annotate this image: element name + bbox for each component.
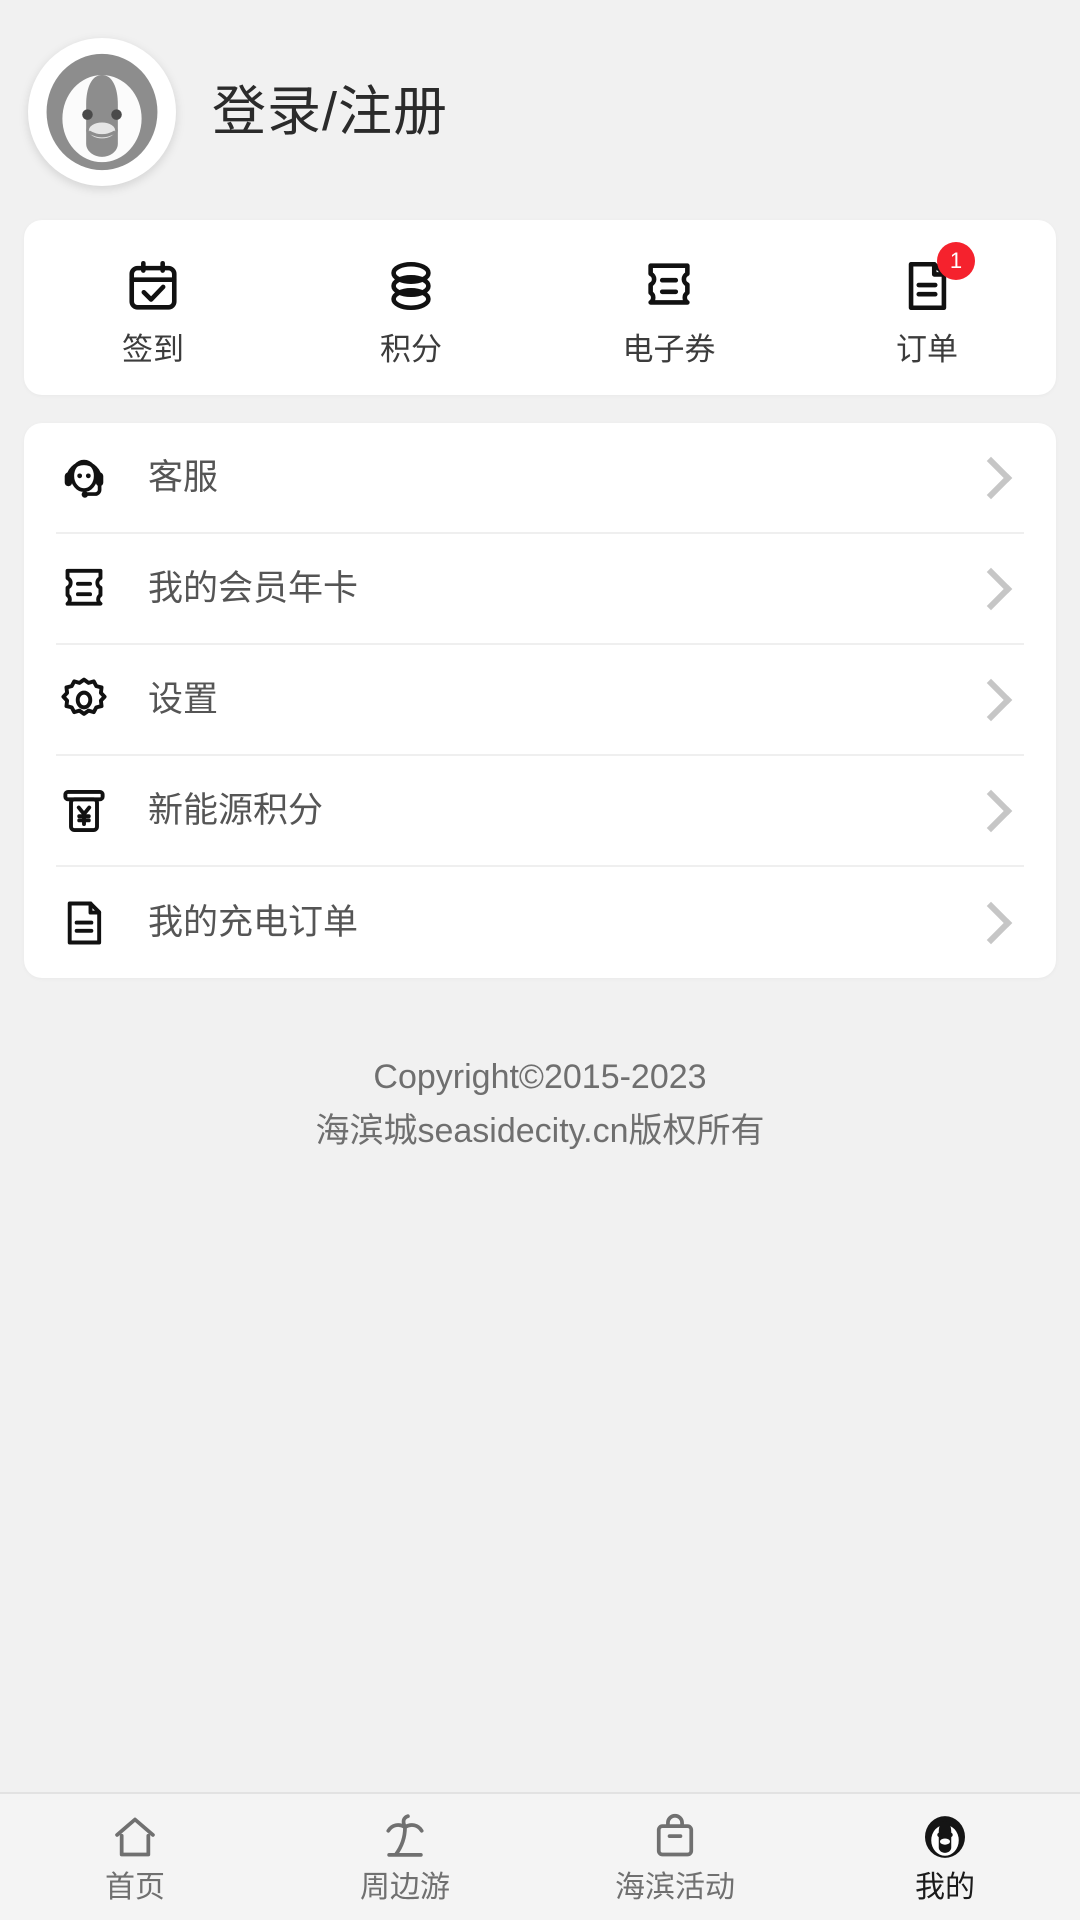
- menu-item-label: 我的会员年卡: [148, 569, 359, 608]
- quick-action-label: 积分: [380, 332, 442, 367]
- menu-item-customer-service[interactable]: 客服: [56, 423, 1024, 534]
- login-register-label[interactable]: 登录/注册: [212, 85, 448, 139]
- chevron-right-icon: [969, 789, 1013, 832]
- ticket-icon: [639, 256, 699, 316]
- tab-label: 首页: [105, 1871, 165, 1904]
- menu-item-label: 设置: [148, 680, 219, 719]
- copyright-block: Copyright©2015-2023 海滨城seasidecity.cn版权所…: [0, 1050, 1080, 1159]
- quick-action-label: 电子券: [622, 332, 716, 367]
- menu-item-label: 新能源积分: [148, 791, 324, 830]
- menu-item-charging-orders[interactable]: 我的充电订单: [56, 867, 1024, 978]
- menu-item-label: 我的充电订单: [148, 903, 359, 942]
- bottom-tab-bar: 首页 周边游 海滨活动 我的: [0, 1792, 1080, 1920]
- tab-around-travel[interactable]: 周边游: [270, 1794, 540, 1920]
- ticket-icon: [56, 561, 112, 617]
- copyright-line-1: Copyright©2015-2023: [373, 1058, 707, 1096]
- menu-item-membership-card[interactable]: 我的会员年卡: [56, 534, 1024, 645]
- profile-header[interactable]: 登录/注册: [0, 0, 1080, 220]
- shopping-bag-icon: [647, 1811, 703, 1863]
- quick-action-orders[interactable]: 1 订单: [798, 242, 1056, 367]
- quick-action-label: 订单: [896, 332, 958, 367]
- chevron-right-icon: [969, 456, 1013, 499]
- quick-action-checkin[interactable]: 签到: [24, 256, 282, 365]
- chevron-right-icon: [969, 567, 1013, 610]
- tab-label: 海滨活动: [615, 1871, 735, 1904]
- coins-stack-icon: [381, 256, 441, 316]
- quick-action-coupon[interactable]: 电子券: [540, 256, 798, 365]
- tab-label: 我的: [915, 1871, 975, 1904]
- menu-item-new-energy-points[interactable]: 新能源积分: [56, 756, 1024, 867]
- chevron-right-icon: [969, 678, 1013, 721]
- copyright-line-2: 海滨城seasidecity.cn版权所有: [315, 1112, 765, 1151]
- calendar-check-icon: [123, 256, 183, 316]
- quick-action-points[interactable]: 积分: [282, 256, 540, 365]
- my-account-screen: 登录/注册 签到 积分 电子券 1 订单 客服 我的会员年卡 设置 新能源积分 …: [0, 0, 1080, 1920]
- tab-home[interactable]: 首页: [0, 1794, 270, 1920]
- chevron-right-icon: [969, 901, 1013, 944]
- quick-action-label: 签到: [122, 332, 184, 367]
- tab-mine[interactable]: 我的: [810, 1794, 1080, 1920]
- penguin-icon: [917, 1811, 973, 1863]
- menu-item-label: 客服: [148, 458, 219, 497]
- headset-support-icon: [56, 450, 112, 506]
- palm-island-icon: [377, 1811, 433, 1863]
- gear-icon: [56, 672, 112, 728]
- document-list-icon: 1: [897, 242, 975, 316]
- home-icon: [107, 1811, 163, 1863]
- document-lines-icon: [56, 895, 112, 951]
- penguin-avatar-icon[interactable]: [28, 38, 176, 186]
- atm-yen-icon: [56, 783, 112, 839]
- tab-label: 周边游: [360, 1871, 450, 1904]
- tab-seaside-activities[interactable]: 海滨活动: [540, 1794, 810, 1920]
- menu-item-settings[interactable]: 设置: [56, 645, 1024, 756]
- order-count-badge: 1: [937, 242, 975, 280]
- menu-card: 客服 我的会员年卡 设置 新能源积分 我的充电订单: [24, 423, 1056, 978]
- quick-actions-card: 签到 积分 电子券 1 订单: [24, 220, 1056, 395]
